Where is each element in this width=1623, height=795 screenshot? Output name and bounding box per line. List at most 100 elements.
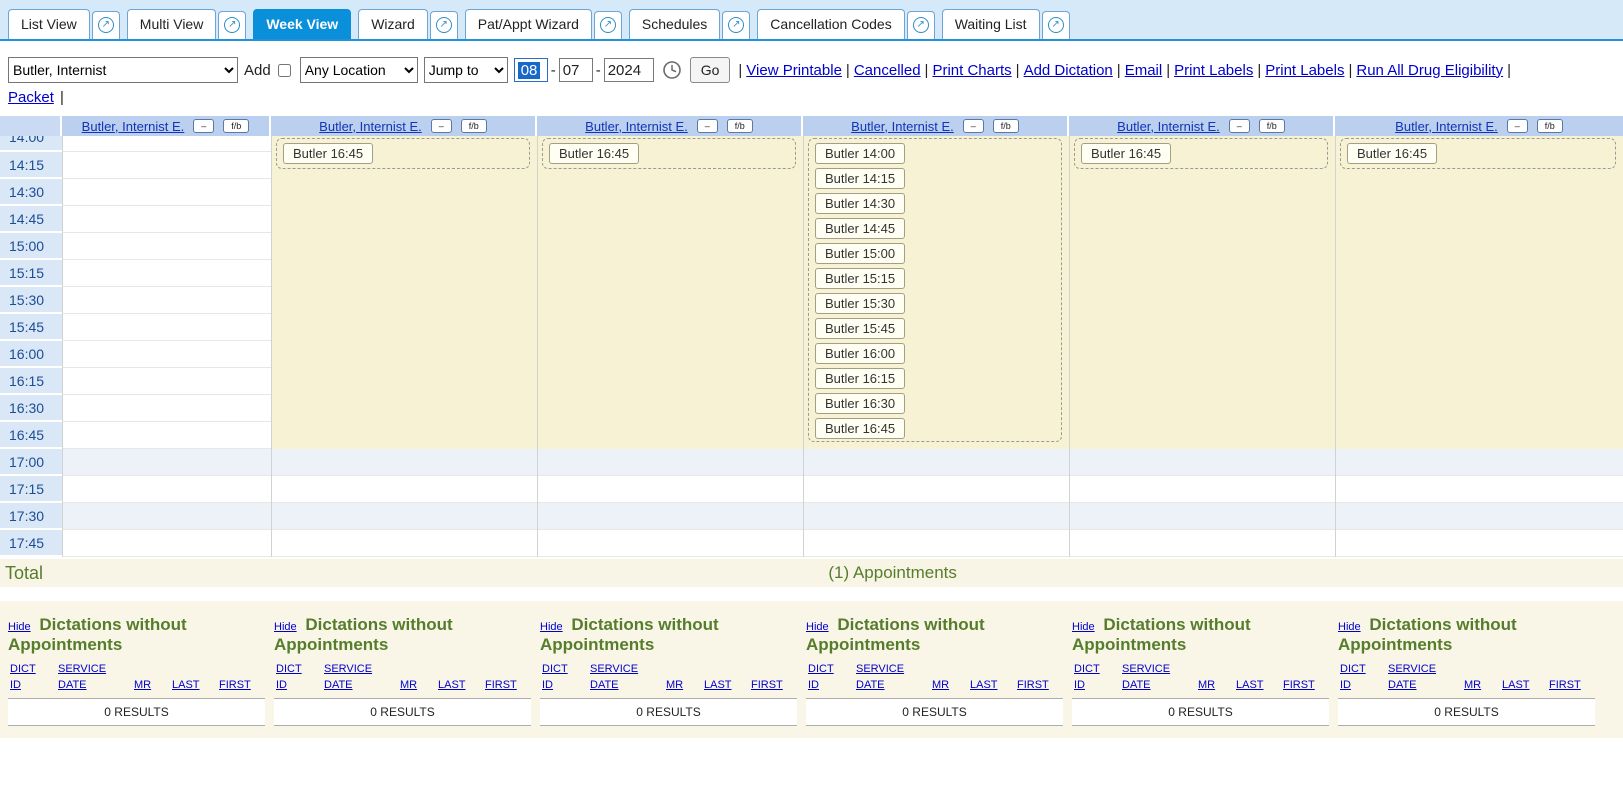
slot-cell[interactable] <box>1336 260 1623 287</box>
fb-button[interactable]: f/b <box>1537 119 1563 133</box>
slot-cell[interactable] <box>272 206 537 233</box>
sort-header-dict-id[interactable]: DICT ID <box>542 662 590 694</box>
sort-header-last[interactable]: LAST <box>1502 678 1549 694</box>
open-in-new-icon[interactable]: ↗ <box>430 11 458 39</box>
slot-cell[interactable] <box>63 503 271 530</box>
slot-cell[interactable] <box>538 233 803 260</box>
link-email[interactable]: Email <box>1125 62 1163 79</box>
appointment-chip[interactable]: Butler 14:45 <box>815 218 905 239</box>
sort-header-mr[interactable]: MR <box>1464 678 1502 694</box>
slot-cell[interactable] <box>538 476 803 503</box>
sort-header-service-date[interactable]: SERVICE DATE <box>856 662 932 694</box>
collapse-column-button[interactable]: – <box>1229 119 1250 133</box>
slot-cell[interactable] <box>272 179 537 206</box>
sort-header-last[interactable]: LAST <box>970 678 1017 694</box>
slot-cell[interactable] <box>63 233 271 260</box>
open-in-new-icon[interactable]: ↗ <box>1042 11 1070 39</box>
slot-cell[interactable] <box>272 341 537 368</box>
slot-cell[interactable] <box>1070 314 1335 341</box>
appointment-chip[interactable]: Butler 15:15 <box>815 268 905 289</box>
slot-cell[interactable] <box>1336 368 1623 395</box>
sort-header-service-date[interactable]: SERVICE DATE <box>1122 662 1198 694</box>
sort-header-last[interactable]: LAST <box>1236 678 1283 694</box>
tab-label[interactable]: List View <box>8 9 90 39</box>
sort-header-mr[interactable]: MR <box>1198 678 1236 694</box>
packet-link[interactable]: Packet <box>8 89 54 106</box>
slot-cell[interactable] <box>1070 530 1335 557</box>
fb-button[interactable]: f/b <box>223 119 249 133</box>
slot-cell[interactable] <box>1336 206 1623 233</box>
slot-cell[interactable] <box>272 449 537 476</box>
tab-list-view[interactable]: List View↗ <box>8 9 120 39</box>
tab-wizard[interactable]: Wizard↗ <box>358 9 458 39</box>
provider-column-link[interactable]: Butler, Internist E. <box>319 119 422 134</box>
slot-cell[interactable] <box>63 449 271 476</box>
link-print-charts[interactable]: Print Charts <box>932 62 1011 79</box>
sort-header-mr[interactable]: MR <box>666 678 704 694</box>
slot-cell[interactable] <box>272 368 537 395</box>
slot-cell[interactable] <box>1336 530 1623 557</box>
slot-cell[interactable] <box>1336 395 1623 422</box>
provider-column-link[interactable]: Butler, Internist E. <box>1117 119 1220 134</box>
sort-header-service-date[interactable]: SERVICE DATE <box>58 662 134 694</box>
slot-cell[interactable] <box>1070 233 1335 260</box>
slot-cell[interactable] <box>63 314 271 341</box>
appointment-chip[interactable]: Butler 16:45 <box>815 418 905 439</box>
tab-label[interactable]: Week View <box>253 9 351 39</box>
location-select[interactable]: Any Location <box>300 57 418 83</box>
collapse-column-button[interactable]: – <box>697 119 718 133</box>
slot-cell[interactable] <box>63 287 271 314</box>
tab-label[interactable]: Wizard <box>358 9 428 39</box>
appointment-chip[interactable]: Butler 14:30 <box>815 193 905 214</box>
collapse-column-button[interactable]: – <box>431 119 452 133</box>
slot-cell[interactable] <box>1336 503 1623 530</box>
slot-cell[interactable] <box>1336 314 1623 341</box>
provider-column-link[interactable]: Butler, Internist E. <box>851 119 954 134</box>
slot-cell[interactable] <box>1070 179 1335 206</box>
slot-cell[interactable] <box>272 422 537 449</box>
slot-cell[interactable] <box>1070 449 1335 476</box>
slot-cell[interactable] <box>272 503 537 530</box>
link-print-labels[interactable]: Print Labels <box>1265 62 1344 79</box>
slot-cell[interactable] <box>63 422 271 449</box>
open-in-new-icon[interactable]: ↗ <box>594 11 622 39</box>
slot-cell[interactable] <box>63 179 271 206</box>
slot-cell[interactable] <box>272 314 537 341</box>
slot-cell[interactable] <box>538 368 803 395</box>
tab-label[interactable]: Schedules <box>629 9 720 39</box>
slot-cell[interactable] <box>538 260 803 287</box>
slot-cell[interactable] <box>63 152 271 179</box>
date-day-input[interactable]: 07 <box>559 58 593 82</box>
slot-cell[interactable] <box>272 395 537 422</box>
sort-header-last[interactable]: LAST <box>438 678 485 694</box>
link-add-dictation[interactable]: Add Dictation <box>1024 62 1113 79</box>
appointment-chip[interactable]: Butler 15:00 <box>815 243 905 264</box>
hide-link[interactable]: Hide <box>274 621 297 633</box>
appointment-chip[interactable]: Butler 14:00 <box>815 143 905 164</box>
slot-cell[interactable] <box>63 260 271 287</box>
open-in-new-icon[interactable]: ↗ <box>722 11 750 39</box>
date-month-input[interactable]: 08 <box>514 58 548 82</box>
slot-cell[interactable] <box>538 341 803 368</box>
fb-button[interactable]: f/b <box>727 119 753 133</box>
slot-cell[interactable] <box>538 395 803 422</box>
appointment-chip[interactable]: Butler 15:30 <box>815 293 905 314</box>
tab-label[interactable]: Pat/Appt Wizard <box>465 9 592 39</box>
sort-header-first[interactable]: FIRST <box>1017 678 1061 694</box>
slot-cell[interactable] <box>1336 287 1623 314</box>
provider-select[interactable]: Butler, Internist <box>8 57 238 83</box>
tab-label[interactable]: Cancellation Codes <box>757 9 904 39</box>
slot-cell[interactable] <box>1070 206 1335 233</box>
date-year-input[interactable]: 2024 <box>604 58 654 82</box>
hide-link[interactable]: Hide <box>540 621 563 633</box>
slot-cell[interactable] <box>538 179 803 206</box>
sort-header-last[interactable]: LAST <box>704 678 751 694</box>
slot-cell[interactable] <box>1336 179 1623 206</box>
slot-cell[interactable] <box>538 422 803 449</box>
sort-header-dict-id[interactable]: DICT ID <box>1340 662 1388 694</box>
link-view-printable[interactable]: View Printable <box>746 62 842 79</box>
appointment-chip[interactable]: Butler 16:45 <box>549 143 639 164</box>
slot-cell[interactable] <box>1070 260 1335 287</box>
slot-cell[interactable] <box>538 449 803 476</box>
slot-cell[interactable] <box>63 206 271 233</box>
